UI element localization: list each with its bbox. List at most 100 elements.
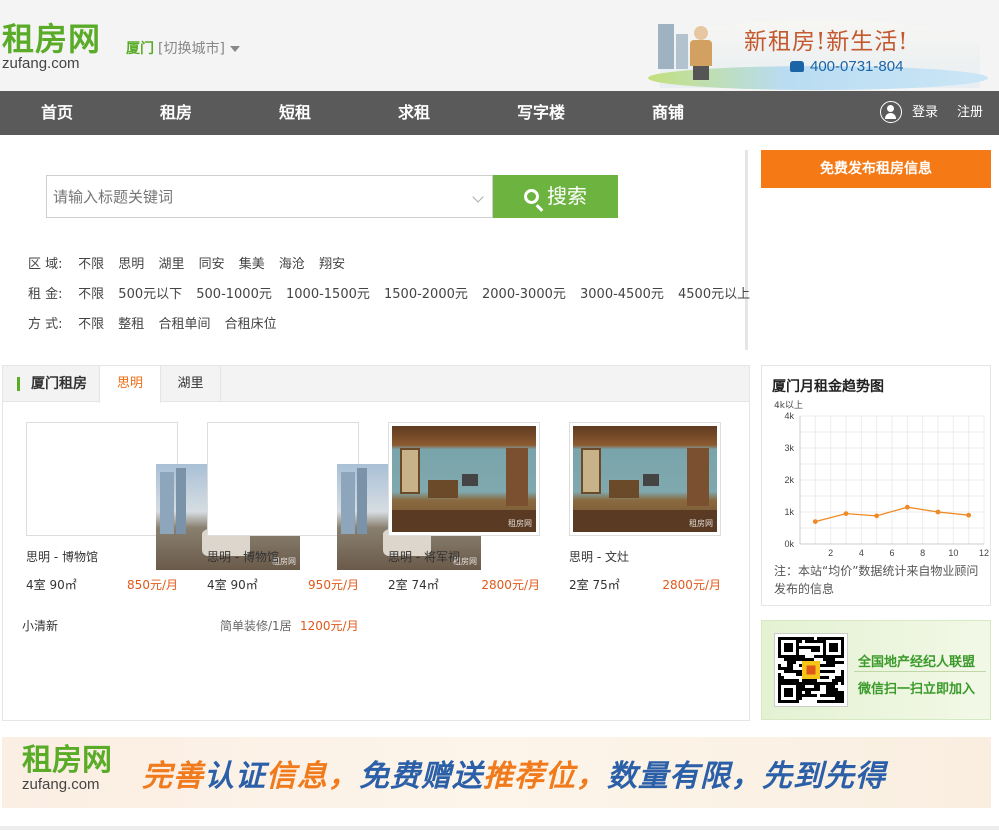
slogan-part: 推荐位	[483, 759, 576, 794]
y-tick-label: 4k	[784, 411, 794, 421]
x-tick-label: 6	[889, 548, 894, 556]
hotline: 400-0731-804	[790, 58, 903, 75]
hotline-number: 400-0731-804	[810, 58, 904, 75]
listing-rooms: 4室 90㎡	[26, 578, 77, 592]
filter-option[interactable]: 不限	[78, 317, 104, 332]
header-banner: 新租房!新生活! 400-0731-804	[640, 14, 990, 90]
slogan-part: 信息，	[266, 759, 359, 794]
chevron-down-icon[interactable]	[472, 191, 484, 203]
filter-option[interactable]: 不限	[78, 287, 104, 302]
slogan-part: 完善	[142, 759, 204, 794]
filter-label: 方 式:	[28, 317, 63, 332]
listing-price: 2800元/月	[662, 578, 721, 592]
listing-rooms: 2室 74㎡	[388, 578, 439, 592]
filter-option[interactable]: 1000-1500元	[286, 287, 370, 302]
listing-row[interactable]: 小清新 简单装修/1居 1200元/月	[22, 617, 362, 634]
businessman-illustration	[690, 26, 712, 82]
login-link[interactable]: 登录	[912, 91, 938, 135]
nav-item-office[interactable]: 写字楼	[517, 91, 565, 135]
chevron-down-icon[interactable]	[229, 46, 240, 52]
listing-card[interactable]: 租房网 思明 - 博物馆 4室 90㎡ 850元/月	[26, 422, 300, 592]
rent-trend-panel: 厦门月租金趋势图 0k 1k 2k 3k 4k 4k以上 2 4 6 8 10 12 注：本站“均价”…	[761, 365, 991, 606]
filter-option[interactable]: 500元以下	[118, 287, 182, 302]
filter-label: 区 域:	[28, 257, 63, 272]
filter-option[interactable]: 翔安	[319, 257, 345, 272]
filter-option[interactable]: 4500元以上	[678, 287, 750, 302]
filter-option[interactable]: 1500-2000元	[384, 287, 468, 302]
tab-siming[interactable]: 思明	[99, 366, 161, 403]
listings-title: 厦门租房	[31, 376, 87, 392]
filter-option[interactable]: 思明	[118, 257, 144, 272]
banner-slogan: 完善认证信息，免费赠送推荐位，数量有限，先到先得	[142, 751, 886, 795]
tab-huli[interactable]: 湖里	[161, 366, 221, 402]
promo-line-1: 全国地产经纪人联盟	[858, 655, 976, 670]
listing-photo[interactable]: 租房网	[388, 422, 540, 536]
current-city: 厦门	[126, 41, 154, 57]
filter-option[interactable]: 海沧	[279, 257, 305, 272]
search-input[interactable]	[47, 176, 447, 217]
city-selector[interactable]: 厦门 [切换城市]	[126, 38, 240, 58]
trend-note: 注：本站“均价”数据统计来自物业顾问发布的信息	[774, 564, 979, 596]
y-tick-label: 2k	[784, 475, 794, 485]
nav-item-wanted[interactable]: 求租	[398, 91, 430, 135]
filter-mode: 方 式: 不限 整租 合租单间 合租床位	[28, 313, 287, 332]
search-icon	[524, 189, 539, 204]
y-tick-label: 0k	[784, 539, 794, 549]
promo-line-2: 微信扫一扫立即加入	[858, 682, 976, 697]
search-button[interactable]: 搜索	[493, 175, 618, 218]
y-tick-label: 3k	[784, 443, 794, 453]
site-logo[interactable]: 租房网 zufang.com	[2, 22, 101, 72]
header-slogan: 新租房!新生活!	[744, 29, 909, 55]
listing-card[interactable]: 租房网 思明 - 将军祠 2室 74㎡ 2800元/月	[388, 422, 540, 592]
listing-tabs: 厦门租房 思明 湖里	[3, 366, 749, 403]
filter-label: 租 金:	[28, 287, 63, 302]
listing-location[interactable]: 思明 - 将军祠	[388, 548, 540, 565]
listing-photo[interactable]: 租房网	[207, 422, 481, 570]
listing-location[interactable]: 思明 - 文灶	[569, 548, 721, 565]
search-box	[46, 175, 493, 218]
switch-city-link[interactable]: [切换城市]	[158, 41, 225, 57]
trend-point	[843, 511, 849, 516]
nav-item-rent[interactable]: 租房	[160, 91, 192, 135]
agent-union-promo[interactable]: 全国地产经纪人联盟 微信扫一扫立即加入	[761, 620, 991, 720]
slogan-part: ，	[576, 759, 607, 794]
listing-photo[interactable]: 租房网	[569, 422, 721, 536]
trend-point	[966, 512, 972, 518]
listing-rooms: 4室 90㎡	[207, 578, 258, 592]
listing-photo[interactable]: 租房网	[26, 422, 300, 570]
logo-text-en: zufang.com	[2, 55, 80, 72]
logo-text-cn: 租房网	[2, 20, 102, 58]
listing-price: 2800元/月	[481, 578, 540, 592]
trend-point	[874, 513, 880, 519]
register-link[interactable]: 注册	[957, 91, 983, 135]
filter-option[interactable]: 合租床位	[225, 317, 277, 332]
filter-option[interactable]: 同安	[199, 257, 225, 272]
nav-item-home[interactable]: 首页	[41, 91, 73, 135]
user-icon[interactable]	[880, 101, 902, 123]
filter-option[interactable]: 合租单间	[158, 317, 210, 332]
banner-logo: 租房网 zufang.com	[22, 745, 112, 793]
post-rental-button[interactable]: 免费发布租房信息	[761, 150, 991, 188]
listing-card[interactable]: 租房网 思明 - 文灶 2室 75㎡ 2800元/月	[569, 422, 721, 592]
filter-rent: 租 金: 不限 500元以下 500-1000元 1000-1500元 1500…	[28, 283, 760, 302]
filter-option[interactable]: 集美	[239, 257, 265, 272]
bottom-promo-banner[interactable]: 租房网 zufang.com 完善认证信息，免费赠送推荐位，数量有限，先到先得	[2, 737, 991, 808]
rent-trend-chart: 0k 1k 2k 3k 4k4k以上 2 4 6 8 10 12	[774, 400, 989, 556]
listing-row-desc: 简单装修/1居	[220, 619, 292, 633]
filter-option[interactable]: 500-1000元	[196, 287, 272, 302]
filter-option[interactable]: 3000-4500元	[580, 287, 664, 302]
listing-card[interactable]: 租房网 思明 - 博物馆 4室 90㎡ 950元/月	[207, 422, 481, 592]
slogan-part: 认证	[204, 759, 266, 794]
listing-price: 850元/月	[127, 578, 178, 592]
filter-option[interactable]: 湖里	[158, 257, 184, 272]
filter-option[interactable]: 2000-3000元	[482, 287, 566, 302]
listing-row-title[interactable]: 小清新	[22, 617, 58, 634]
building-icon	[658, 24, 674, 69]
filter-option[interactable]: 整租	[118, 317, 144, 332]
search-panel: 搜索 区 域: 不限 思明 湖里 同安 集美 海沧 翔安 租 金: 不限 500…	[0, 150, 750, 350]
listing-price: 950元/月	[308, 578, 359, 592]
search-button-label: 搜索	[547, 184, 587, 208]
nav-item-shops[interactable]: 商铺	[652, 91, 684, 135]
filter-option[interactable]: 不限	[78, 257, 104, 272]
nav-item-short-rent[interactable]: 短租	[279, 91, 311, 135]
